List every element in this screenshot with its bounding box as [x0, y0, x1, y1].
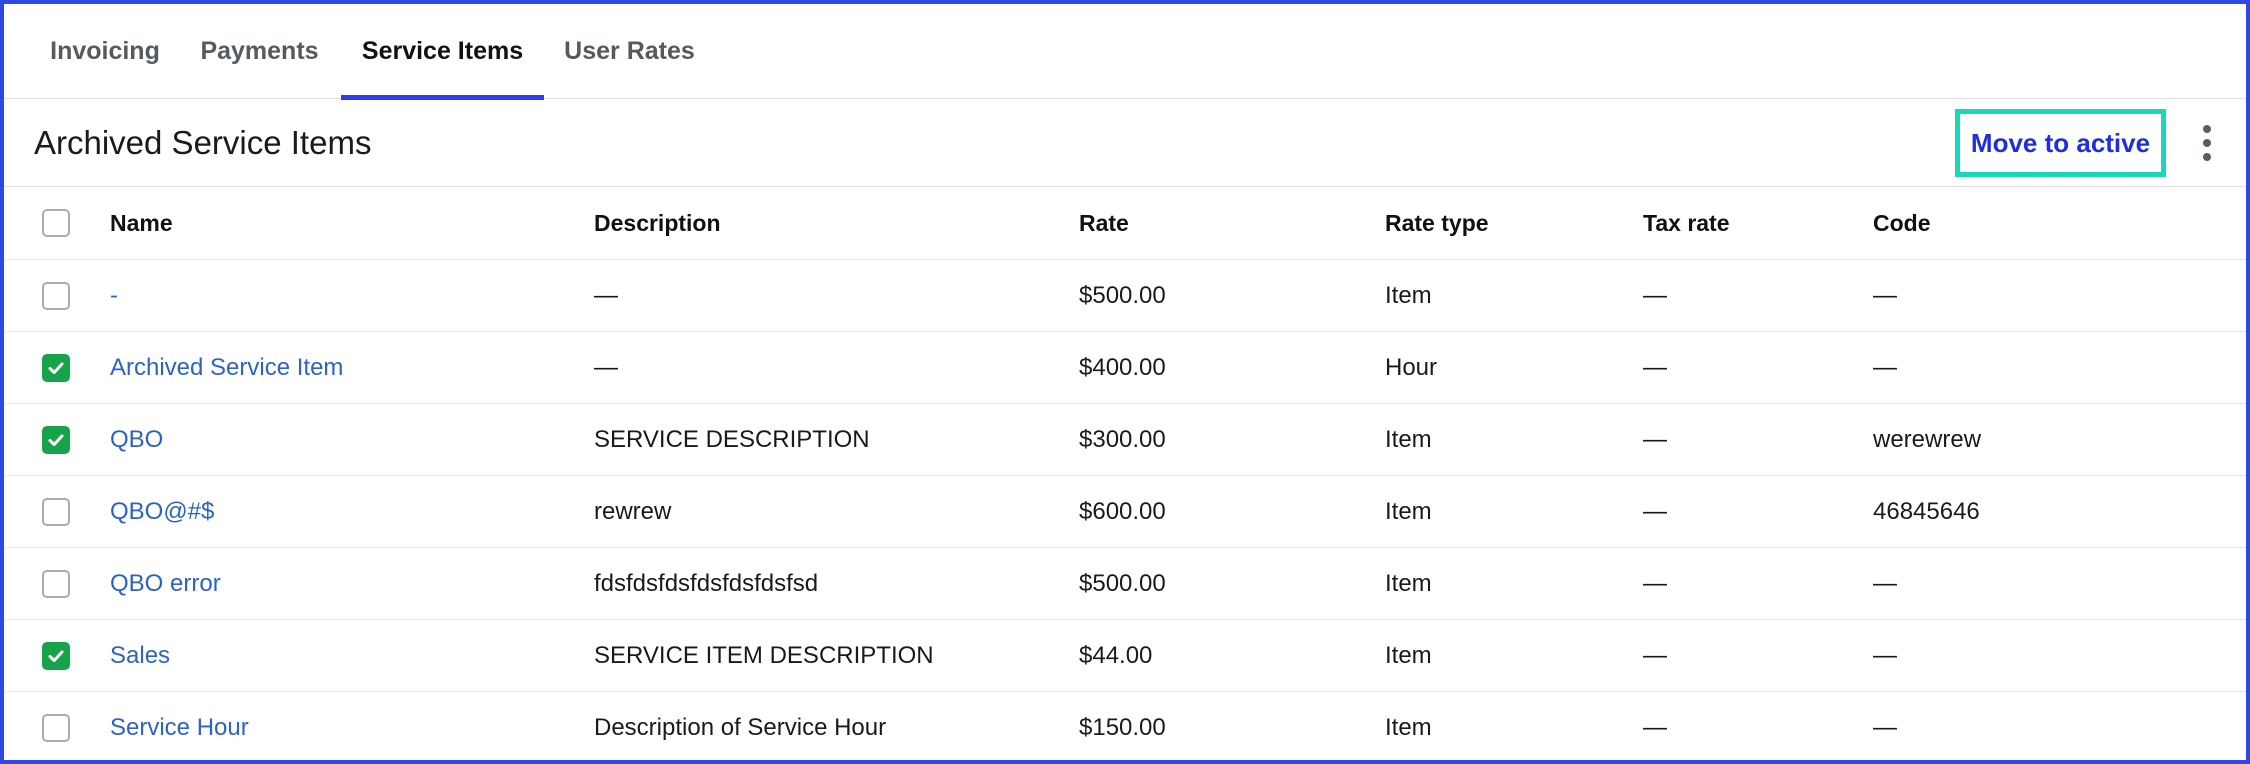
name-cell: QBO: [110, 404, 163, 475]
row-checkbox[interactable]: [42, 713, 70, 742]
row-select-cell: [42, 692, 70, 760]
select-all-cell: [42, 187, 70, 259]
row-checkbox[interactable]: [42, 425, 70, 454]
check-icon: [48, 650, 64, 662]
tax-rate-cell: —: [1643, 497, 1667, 525]
rate-cell: $44.00: [1079, 641, 1153, 669]
row-select-cell: [42, 548, 70, 619]
check-icon: [48, 362, 64, 374]
tax-rate-cell: —: [1643, 425, 1667, 453]
name-cell: Archived Service Item: [110, 332, 343, 403]
page-header: Archived Service Items Move to active: [4, 99, 2246, 187]
row-checkbox[interactable]: [42, 641, 70, 670]
rate-cell: $150.00: [1079, 713, 1166, 741]
rate-type-cell: Hour: [1385, 353, 1438, 381]
column-header-rate-type[interactable]: Rate type: [1385, 187, 1489, 259]
service-item-name-link[interactable]: QBO error: [110, 570, 221, 598]
name-cell: Service Hour: [110, 692, 249, 760]
tax-rate-cell: —: [1643, 569, 1667, 597]
code-cell: —: [1873, 569, 1897, 597]
name-cell: Sales: [110, 620, 170, 691]
service-items-table: Name Description Rate Rate type Tax rate…: [4, 187, 2246, 760]
row-select-cell: [42, 404, 70, 475]
code-cell: 46845646: [1873, 497, 1980, 525]
table-row[interactable]: Sales SERVICE ITEM DESCRIPTION $44.00 Item —…: [4, 620, 2246, 692]
tab-service-items[interactable]: Service Items: [341, 4, 544, 100]
kebab-dot: [2203, 153, 2211, 161]
description-cell: —: [594, 281, 618, 309]
column-header-code[interactable]: Code: [1873, 187, 1931, 259]
description-cell: fdsfdsfdsfdsfdsfdsfsd: [594, 569, 819, 597]
check-icon: [48, 434, 64, 446]
description-cell: Description of Service Hour: [594, 713, 887, 741]
service-item-name-link[interactable]: -: [110, 282, 118, 310]
table-row[interactable]: Archived Service Item — $400.00 Hour — —: [4, 332, 2246, 404]
rate-type-cell: Item: [1385, 425, 1432, 453]
service-item-name-link[interactable]: Archived Service Item: [110, 354, 343, 382]
rate-cell: $600.00: [1079, 497, 1166, 525]
kebab-dot: [2203, 125, 2211, 133]
table-row[interactable]: - — $500.00 Item — —: [4, 260, 2246, 332]
tax-rate-cell: —: [1643, 281, 1667, 309]
row-checkbox[interactable]: [42, 569, 70, 598]
service-item-name-link[interactable]: QBO@#$: [110, 498, 214, 526]
column-header-rate[interactable]: Rate: [1079, 187, 1129, 259]
table-row[interactable]: QBO SERVICE DESCRIPTION $300.00 Item — werewr…: [4, 404, 2246, 476]
code-cell: —: [1873, 353, 1897, 381]
service-item-name-link[interactable]: Sales: [110, 642, 170, 670]
name-cell: QBO error: [110, 548, 221, 619]
row-checkbox[interactable]: [42, 497, 70, 526]
code-cell: —: [1873, 281, 1897, 309]
row-select-cell: [42, 476, 70, 547]
tab-user-rates[interactable]: User Rates: [552, 4, 707, 99]
rate-type-cell: Item: [1385, 641, 1432, 669]
column-header-name[interactable]: Name: [110, 187, 173, 259]
row-checkbox[interactable]: [42, 353, 70, 382]
description-cell: SERVICE DESCRIPTION: [594, 425, 870, 453]
rate-type-cell: Item: [1385, 569, 1432, 597]
description-cell: SERVICE ITEM DESCRIPTION: [594, 641, 934, 669]
table-row[interactable]: QBO@#$ rewrew $600.00 Item — 46845646: [4, 476, 2246, 548]
row-checkbox[interactable]: [42, 281, 70, 310]
rate-type-cell: Item: [1385, 713, 1432, 741]
app-frame: Invoicing Payments Service Items User Ra…: [0, 0, 2250, 764]
column-header-description[interactable]: Description: [594, 187, 721, 259]
rate-cell: $500.00: [1079, 569, 1166, 597]
kebab-dot: [2203, 139, 2211, 147]
tax-rate-cell: —: [1643, 353, 1667, 381]
rate-cell: $300.00: [1079, 425, 1166, 453]
code-cell: werewrew: [1873, 425, 1982, 453]
select-all-checkbox[interactable]: [42, 209, 70, 237]
tax-rate-cell: —: [1643, 641, 1667, 669]
description-cell: —: [594, 353, 618, 381]
description-cell: rewrew: [594, 497, 672, 525]
code-cell: —: [1873, 641, 1897, 669]
tab-payments[interactable]: Payments: [186, 4, 333, 99]
table-header-row: Name Description Rate Rate type Tax rate…: [4, 187, 2246, 260]
row-select-cell: [42, 332, 70, 403]
move-to-active-button[interactable]: Move to active: [1955, 109, 2166, 177]
column-header-tax-rate[interactable]: Tax rate: [1643, 187, 1730, 259]
table-row[interactable]: Service Hour Description of Service Hour $…: [4, 692, 2246, 760]
name-cell: QBO@#$: [110, 476, 214, 547]
service-item-name-link[interactable]: Service Hour: [110, 714, 249, 742]
code-cell: —: [1873, 713, 1897, 741]
tax-rate-cell: —: [1643, 713, 1667, 741]
row-select-cell: [42, 260, 70, 331]
tab-bar: Invoicing Payments Service Items User Ra…: [4, 4, 2246, 100]
rate-type-cell: Item: [1385, 281, 1432, 309]
kebab-menu-icon[interactable]: [2194, 121, 2220, 165]
rate-type-cell: Item: [1385, 497, 1432, 525]
service-item-name-link[interactable]: QBO: [110, 426, 163, 454]
rate-cell: $400.00: [1079, 353, 1166, 381]
row-select-cell: [42, 620, 70, 691]
page-title: Archived Service Items: [34, 124, 372, 161]
rate-cell: $500.00: [1079, 281, 1166, 309]
name-cell: -: [110, 260, 118, 331]
table-row[interactable]: QBO error fdsfdsfdsfdsfdsfdsfsd $500.00 Ite…: [4, 548, 2246, 620]
tab-invoicing[interactable]: Invoicing: [32, 4, 178, 99]
